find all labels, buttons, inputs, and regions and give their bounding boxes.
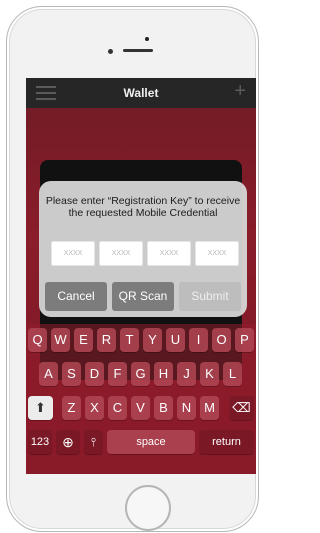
- backspace-icon[interactable]: ⌫: [229, 396, 254, 420]
- registration-key-field-1[interactable]: [51, 241, 95, 266]
- earpiece-speaker: [123, 49, 153, 52]
- registration-key-field-4[interactable]: [195, 241, 239, 266]
- dialog-message: Please enter “Registration Key” to recei…: [45, 195, 241, 219]
- key-k[interactable]: K: [200, 362, 219, 386]
- registration-key-field-3[interactable]: [147, 241, 191, 266]
- key-v[interactable]: V: [131, 396, 150, 420]
- space-key[interactable]: space: [107, 430, 195, 454]
- front-camera: [108, 49, 113, 54]
- navigation-bar: Wallet +: [26, 78, 256, 108]
- home-button[interactable]: [125, 485, 171, 531]
- submit-button[interactable]: Submit: [179, 282, 241, 311]
- key-o[interactable]: O: [212, 328, 231, 352]
- key-z[interactable]: Z: [62, 396, 81, 420]
- key-y[interactable]: Y: [143, 328, 162, 352]
- key-p[interactable]: P: [235, 328, 254, 352]
- key-j[interactable]: J: [177, 362, 196, 386]
- key-x[interactable]: X: [85, 396, 104, 420]
- registration-key-dialog: Please enter “Registration Key” to recei…: [39, 181, 247, 317]
- key-a[interactable]: A: [39, 362, 58, 386]
- key-g[interactable]: G: [131, 362, 150, 386]
- key-u[interactable]: U: [166, 328, 185, 352]
- key-b[interactable]: B: [154, 396, 173, 420]
- plus-icon[interactable]: +: [234, 81, 246, 101]
- key-w[interactable]: W: [51, 328, 70, 352]
- sensor-dot: [145, 37, 149, 41]
- key-r[interactable]: R: [97, 328, 116, 352]
- key-i[interactable]: I: [189, 328, 208, 352]
- return-key[interactable]: return: [199, 430, 254, 454]
- key-l[interactable]: L: [223, 362, 242, 386]
- key-h[interactable]: H: [154, 362, 173, 386]
- shift-arrow-icon[interactable]: ⬆: [28, 396, 53, 420]
- key-q[interactable]: Q: [28, 328, 47, 352]
- nav-title: Wallet: [123, 86, 159, 100]
- microphone-icon[interactable]: ⫯: [84, 430, 103, 454]
- registration-key-field-2[interactable]: [99, 241, 143, 266]
- globe-icon[interactable]: ⊕: [56, 430, 80, 454]
- key-d[interactable]: D: [85, 362, 104, 386]
- key-t[interactable]: T: [120, 328, 139, 352]
- key-s[interactable]: S: [62, 362, 81, 386]
- key-c[interactable]: C: [108, 396, 127, 420]
- qr-scan-button[interactable]: QR Scan: [112, 282, 174, 311]
- on-screen-keyboard: Q W E R T Y U I O P A S D F G H J K L ⬆ …: [26, 324, 256, 474]
- key-n[interactable]: N: [177, 396, 196, 420]
- key-e[interactable]: E: [74, 328, 93, 352]
- phone-screen: Wallet + Please enter “Registration Key”…: [26, 78, 256, 474]
- key-m[interactable]: M: [200, 396, 219, 420]
- cancel-button[interactable]: Cancel: [45, 282, 107, 311]
- numbers-key[interactable]: 123: [28, 430, 52, 454]
- key-f[interactable]: F: [108, 362, 127, 386]
